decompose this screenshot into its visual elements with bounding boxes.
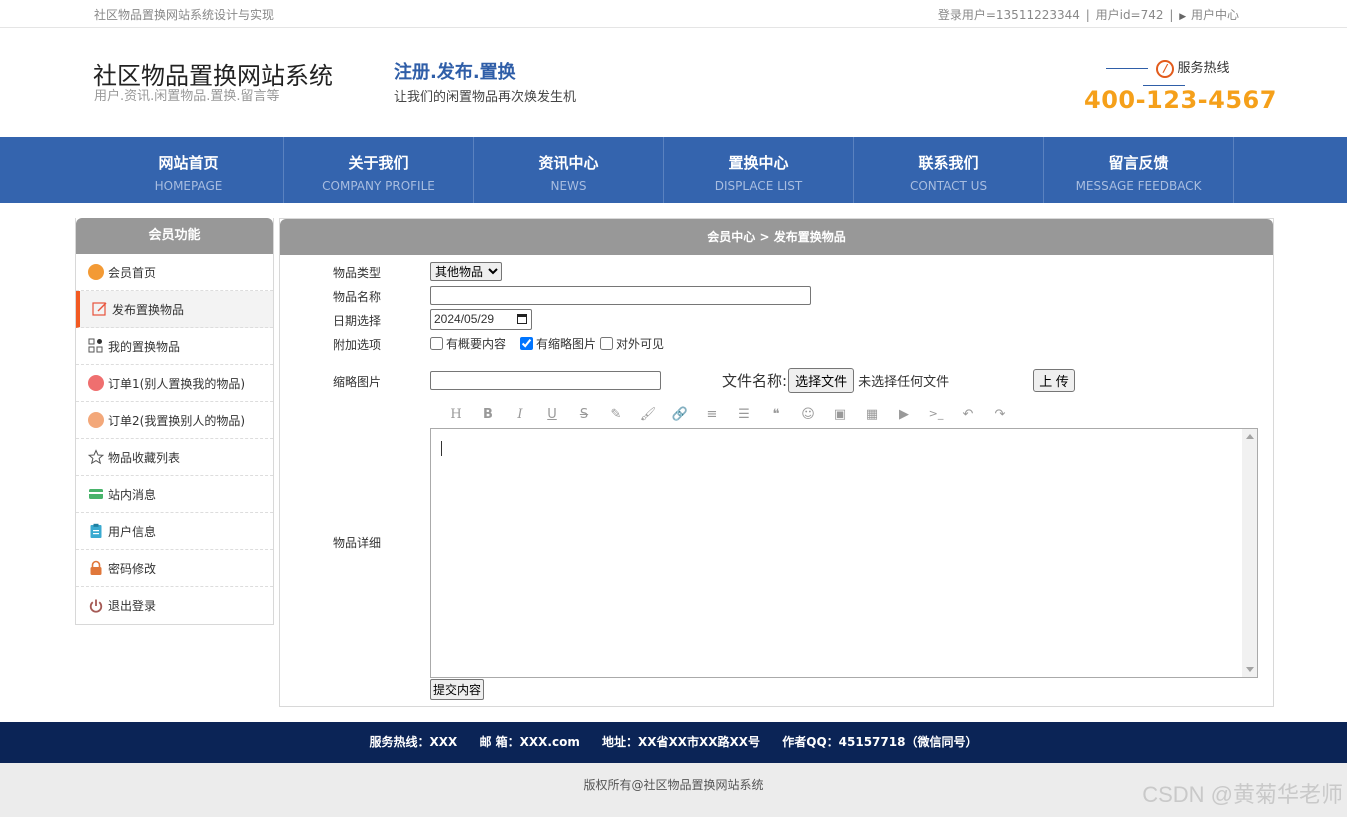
thumbnail-checkbox[interactable] xyxy=(520,337,534,350)
slogan-subtitle: 让我们的闲置物品再次焕发生机 xyxy=(394,90,577,105)
thumbnail-label: 缩略图片 xyxy=(333,375,382,389)
pen-icon[interactable]: ✎ xyxy=(600,407,632,422)
star-icon xyxy=(87,449,105,465)
upload-button[interactable]: 上 传 xyxy=(1033,369,1075,392)
sidebar-item-order2[interactable]: 订单2(我置换别人的物品) xyxy=(76,402,273,439)
sidebar-item-my-items[interactable]: 我的置换物品 xyxy=(76,328,273,365)
footer-qq: 作者QQ：45157718（微信同号） xyxy=(782,735,978,749)
code-icon[interactable]: >_ xyxy=(920,407,952,422)
home-icon xyxy=(88,264,104,280)
slogan-title: 注册.发布.置换 xyxy=(394,62,516,83)
user-status: 登录用户=13511223344 | 用户id=742 | ▶ 用户中心 xyxy=(937,8,1239,22)
order-icon xyxy=(88,412,104,428)
table-icon[interactable]: ▦ xyxy=(856,407,888,422)
header: 社区物品置换网站系统 用户.资讯.闲置物品.置换.留言等 注册.发布.置换 让我… xyxy=(0,28,1347,137)
date-picker[interactable]: 2024/05/29 xyxy=(430,309,532,330)
redo-icon[interactable]: ↷ xyxy=(984,407,1016,422)
underline-icon[interactable]: U xyxy=(536,407,568,422)
undo-icon[interactable]: ↶ xyxy=(952,407,984,422)
footer-address: 地址：XX省XX市XX路XX号 xyxy=(602,735,761,749)
chevron-right-icon: ▶ xyxy=(1179,12,1187,22)
login-user-text: 登录用户=13511223344 xyxy=(937,8,1080,22)
nav-item-displace[interactable]: 置换中心 DISPLACE LIST xyxy=(664,137,854,203)
phone-icon: / xyxy=(1156,59,1175,78)
date-label: 日期选择 xyxy=(333,314,382,328)
align-icon[interactable]: ☰ xyxy=(728,407,760,422)
choose-file-button[interactable]: 选择文件 xyxy=(788,368,855,393)
edit-icon xyxy=(92,301,108,317)
user-id-text: 用户id=742 xyxy=(1095,8,1164,22)
name-label: 物品名称 xyxy=(333,290,382,304)
sidebar-item-messages[interactable]: 站内消息 xyxy=(76,476,273,513)
name-input[interactable] xyxy=(430,286,811,305)
emoji-icon[interactable]: ☺ xyxy=(792,407,824,422)
main-nav: 网站首页 HOMEPAGE 关于我们 COMPANY PROFILE 资讯中心 … xyxy=(0,137,1347,203)
calendar-icon[interactable] xyxy=(517,314,527,324)
detail-label: 物品详细 xyxy=(333,536,382,550)
sidebar-item-favorites[interactable]: 物品收藏列表 xyxy=(76,439,273,476)
footer-email: 邮 箱：XXX.com xyxy=(479,735,580,749)
card-icon xyxy=(88,486,104,502)
type-select[interactable]: 其他物品 xyxy=(430,262,502,281)
summary-option[interactable]: 有概要内容 xyxy=(430,335,506,352)
nav-item-about[interactable]: 关于我们 COMPANY PROFILE xyxy=(284,137,474,203)
scroll-down-icon[interactable] xyxy=(1246,667,1254,672)
type-label: 物品类型 xyxy=(333,266,382,280)
extra-options-label: 附加选项 xyxy=(333,338,382,352)
link-icon[interactable]: 🔗 xyxy=(664,407,696,422)
detail-editor[interactable] xyxy=(430,428,1258,678)
sidebar-item-member-home[interactable]: 会员首页 xyxy=(76,254,273,291)
quote-icon[interactable]: ❝ xyxy=(760,407,792,422)
nav-item-home[interactable]: 网站首页 HOMEPAGE xyxy=(94,137,284,203)
footer-contact: 服务热线：XXX 邮 箱：XXX.com 地址：XX省XX市XX路XX号 作者Q… xyxy=(0,722,1347,763)
italic-icon[interactable]: I xyxy=(504,407,536,422)
top-bar: 社区物品置换网站系统设计与实现 登录用户=13511223344 | 用户id=… xyxy=(0,0,1347,28)
breadcrumb: 会员中心 > 发布置换物品 xyxy=(280,219,1273,255)
grid-icon xyxy=(88,338,104,354)
nav-item-feedback[interactable]: 留言反馈 MESSAGE FEEDBACK xyxy=(1044,137,1234,203)
visible-option[interactable]: 对外可见 xyxy=(600,335,664,352)
site-subtitle: 用户.资讯.闲置物品.置换.留言等 xyxy=(94,89,280,104)
publish-panel: 会员中心 > 发布置换物品 物品类型 其他物品 物品名称 日期选择 2024/0… xyxy=(279,218,1274,707)
sidebar-item-user-info[interactable]: 用户信息 xyxy=(76,513,273,550)
video-icon[interactable]: ▶ xyxy=(888,407,920,422)
clipboard-icon xyxy=(88,523,104,539)
hotline-number: 400-123-4567 xyxy=(1084,86,1277,114)
lock-icon xyxy=(88,560,104,576)
nav-item-news[interactable]: 资讯中心 NEWS xyxy=(474,137,664,203)
visible-checkbox[interactable] xyxy=(600,337,614,350)
summary-checkbox[interactable] xyxy=(430,337,443,350)
nav-item-contact[interactable]: 联系我们 CONTACT US xyxy=(854,137,1044,203)
file-chooser: 文件名称: 选择文件 未选择任何文件 xyxy=(722,368,949,393)
site-name-text: 社区物品置换网站系统设计与实现 xyxy=(94,8,275,22)
sidebar-title: 会员功能 xyxy=(76,218,273,254)
user-center-link[interactable]: 用户中心 xyxy=(1191,8,1239,22)
divider xyxy=(1106,68,1149,69)
heading-icon[interactable]: H xyxy=(440,407,472,422)
text-caret xyxy=(441,441,442,456)
file-name-label: 文件名称: xyxy=(722,372,788,390)
image-icon[interactable]: ▣ xyxy=(824,407,856,422)
list-icon[interactable]: ≡ xyxy=(696,407,728,422)
order-icon xyxy=(88,375,104,391)
editor-scrollbar[interactable] xyxy=(1242,429,1257,677)
sidebar-item-password[interactable]: 密码修改 xyxy=(76,550,273,587)
strikethrough-icon[interactable]: S xyxy=(568,407,600,422)
submit-button[interactable]: 提交内容 xyxy=(430,679,485,700)
power-icon xyxy=(88,598,104,614)
watermark: CSDN @黄菊华老师 xyxy=(1142,782,1343,807)
thumbnail-path-input[interactable] xyxy=(430,371,661,390)
member-sidebar: 会员功能 会员首页 发布置换物品 我的置换物品 订单1(别人置换我的物品) 订单… xyxy=(75,218,274,625)
scroll-up-icon[interactable] xyxy=(1246,434,1254,439)
bold-icon[interactable]: B xyxy=(472,407,504,422)
footer-hotline: 服务热线：XXX xyxy=(369,735,458,749)
sidebar-item-publish[interactable]: 发布置换物品 xyxy=(76,291,273,328)
sidebar-item-order1[interactable]: 订单1(别人置换我的物品) xyxy=(76,365,273,402)
editor-toolbar: H B I U S ✎ 🖌 🔗 ≡ ☰ ❝ ☺ ▣ ▦ ▶ >_ ↶ ↷ xyxy=(440,407,1016,422)
thumbnail-option[interactable]: 有缩略图片 xyxy=(520,335,596,352)
no-file-text: 未选择任何文件 xyxy=(858,375,950,390)
sidebar-item-logout[interactable]: 退出登录 xyxy=(76,587,273,624)
brush-icon[interactable]: 🖌 xyxy=(632,407,664,422)
